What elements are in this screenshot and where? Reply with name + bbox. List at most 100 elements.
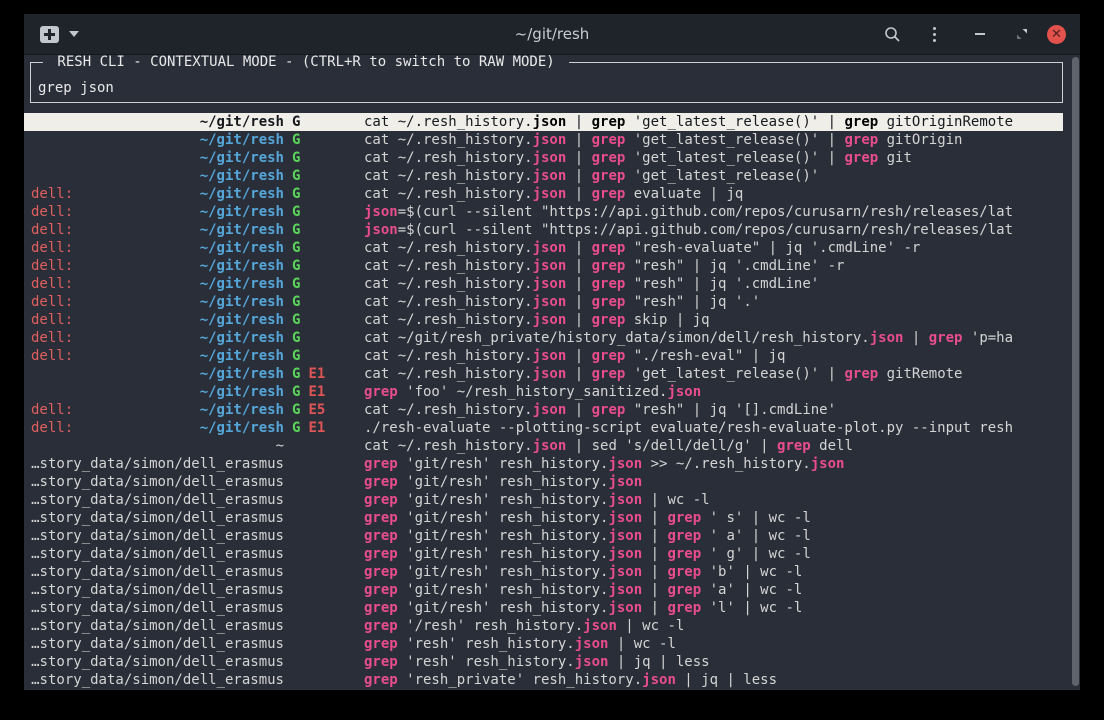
history-row[interactable]: ~/git/reshGcat ~/.resh_history.json | gr… [24, 131, 1063, 149]
history-row[interactable]: ~/git/reshGE1cat ~/.resh_history.json | … [24, 365, 1063, 383]
match-highlight: grep [667, 510, 701, 526]
new-tab-icon[interactable] [40, 26, 59, 43]
command-text: grep 'git/resh' resh_history.json [364, 473, 1063, 491]
history-row[interactable]: …story_data/simon/dell_erasmus grep 'git/… [24, 599, 1063, 617]
match-highlight: grep [667, 582, 701, 598]
kebab-menu-icon[interactable] [923, 23, 945, 45]
history-row[interactable]: …story_data/simon/dell_erasmusgrep 'resh… [24, 671, 1063, 689]
row-location: dell:~/git/resh [31, 419, 284, 437]
command-text: cat ~/.resh_history.json | grep 'get_lat… [364, 149, 1063, 167]
restore-icon[interactable] [1011, 23, 1033, 45]
history-row[interactable]: …story_data/simon/dell_erasmusgrep '/res… [24, 617, 1063, 635]
chevron-down-icon[interactable] [69, 31, 79, 37]
search-icon[interactable] [881, 23, 903, 45]
command-segment: | [566, 312, 591, 328]
command-segment: "resh-evaluate" | jq '.cmdLine' -r [625, 240, 920, 256]
path-label: ~ [276, 437, 284, 455]
command-text: cat ~/.resh_history.json | grep "resh" |… [364, 275, 1063, 293]
history-row[interactable]: …story_data/simon/dell_erasmusgrep 'git/… [24, 473, 1063, 491]
path-label: ~/git/resh [200, 329, 284, 347]
command-text: grep 'git/resh' resh_history.json >> ~/.… [364, 455, 1063, 473]
match-highlight: json [364, 204, 398, 220]
history-row[interactable]: …story_data/simon/dell_erasmusgrep 'git/… [24, 563, 1063, 581]
match-highlight: json [608, 510, 642, 526]
minimize-icon[interactable] [969, 23, 991, 45]
history-row[interactable]: dell:~/git/reshGE1./resh-evaluate --plot… [24, 419, 1063, 437]
history-row[interactable]: …story_data/simon/dell_erasmusgrep 'git/… [24, 491, 1063, 509]
history-row[interactable]: …story_data/simon/dell_erasmusgrep 'git/… [24, 545, 1063, 563]
match-highlight: grep [667, 546, 701, 562]
history-row[interactable]: dell:~/git/reshGcat ~/.resh_history.json… [24, 311, 1063, 329]
scrollbar-thumb[interactable] [1072, 57, 1079, 686]
command-text: grep '/resh' resh_history.json | wc -l [364, 617, 1063, 635]
history-row[interactable]: dell:~/git/reshGcat ~/.resh_history.json… [24, 185, 1063, 203]
command-segment: cat ~/.resh_history. [364, 240, 533, 256]
command-text: grep 'git/resh' resh_history.json | grep… [364, 599, 1063, 617]
row-location: ~/git/resh [31, 167, 284, 185]
device-label: dell: [31, 293, 73, 311]
path-label: ~/git/resh [200, 239, 284, 257]
titlebar: ~/git/resh ✕ [24, 14, 1080, 55]
row-flags: G [284, 275, 364, 293]
row-location: ~/git/resh [31, 113, 284, 131]
row-flags: GE1 [284, 365, 364, 383]
history-row[interactable]: dell:~/git/reshGjson=$(curl --silent "ht… [24, 221, 1063, 239]
path-label: …story_data/simon/dell_erasmus [31, 599, 284, 617]
row-flags: G [284, 329, 364, 347]
command-segment: gitOriginRemote [878, 114, 1013, 130]
history-row[interactable]: …story_data/simon/dell_erasmusgrep 'resh… [24, 635, 1063, 653]
path-label: …story_data/simon/dell_erasmus [31, 455, 284, 473]
command-segment: cat ~/.resh_history. [364, 276, 533, 292]
history-row[interactable]: …story_data/simon/dell_erasmusgrep 'git/… [24, 527, 1063, 545]
search-query-input[interactable]: grep json [38, 80, 114, 96]
match-highlight: grep [592, 276, 626, 292]
match-highlight: json [533, 240, 567, 256]
match-highlight: json [642, 672, 676, 688]
history-row[interactable]: dell:~/git/reshGcat ~/.resh_history.json… [24, 293, 1063, 311]
history-row[interactable]: dell:~/git/reshGcat ~/.resh_history.json… [24, 239, 1063, 257]
history-row[interactable]: …story_data/simon/dell_erasmus grep 'git/… [24, 455, 1063, 473]
row-flags [284, 599, 364, 617]
command-segment: 'git/resh' resh_history. [398, 600, 609, 616]
path-label: ~/git/resh [200, 383, 284, 401]
row-flags: G [284, 239, 364, 257]
match-highlight: grep [364, 528, 398, 544]
row-location: …story_data/simon/dell_erasmus [31, 635, 284, 653]
match-highlight: json [608, 492, 642, 508]
history-row[interactable]: dell:~/git/reshGcat ~/.resh_history.json… [24, 347, 1063, 365]
command-text: grep 'resh_private' resh_history.json | … [364, 671, 1063, 689]
device-label: dell: [31, 185, 73, 203]
row-flags: G [284, 293, 364, 311]
command-segment: evaluate | jq [625, 186, 743, 202]
flag-badge: G [292, 132, 300, 148]
match-highlight: json [364, 222, 398, 238]
history-row[interactable]: …story_data/simon/dell_erasmusgrep 'resh… [24, 653, 1063, 671]
history-row[interactable]: ~/git/reshGcat ~/.resh_history.json | gr… [24, 149, 1063, 167]
history-row[interactable]: dell:~/git/reshGE5cat ~/.resh_history.js… [24, 401, 1063, 419]
history-row[interactable]: dell:~/git/reshGjson=$(curl --silent "ht… [24, 203, 1063, 221]
path-label: ~/git/resh [200, 113, 284, 131]
history-row[interactable]: …story_data/simon/dell_erasmusgrep 'git/… [24, 509, 1063, 527]
command-text: cat ~/.resh_history.json | grep "./resh-… [364, 347, 1063, 365]
command-segment: "resh" | jq '.' [625, 294, 760, 310]
command-text: grep 'git/resh' resh_history.json | wc -… [364, 491, 1063, 509]
history-row[interactable]: ~/git/reshGE1grep 'foo' ~/resh_history_s… [24, 383, 1063, 401]
history-row-selected[interactable]: ~/git/reshGcat ~/.resh_history.json | gr… [24, 113, 1063, 131]
command-segment: 'p=ha [962, 330, 1013, 346]
row-location: dell:~/git/resh [31, 257, 284, 275]
match-highlight: json [533, 294, 567, 310]
history-row[interactable]: ~/git/reshGcat ~/.resh_history.json | gr… [24, 167, 1063, 185]
history-row[interactable]: …story_data/simon/dell_erasmusgrep 'git/… [24, 581, 1063, 599]
flag-badge: G [292, 186, 300, 202]
command-segment: | [566, 348, 591, 364]
flag-badge: G [292, 294, 300, 310]
command-segment: | [566, 186, 591, 202]
command-segment: | [566, 294, 591, 310]
command-text: cat ~/.resh_history.json | sed 's/dell/d… [364, 437, 1063, 455]
history-row[interactable]: dell:~/git/reshGcat ~/.resh_history.json… [24, 275, 1063, 293]
history-row[interactable]: ~ cat ~/.resh_history.json | sed 's/dell/… [24, 437, 1063, 455]
history-row[interactable]: dell:~/git/reshGcat ~/.resh_history.json… [24, 257, 1063, 275]
close-icon[interactable]: ✕ [1047, 25, 1066, 44]
history-row[interactable]: dell:~/git/reshGcat ~/git/resh_private/h… [24, 329, 1063, 347]
row-location: dell:~/git/resh [31, 401, 284, 419]
